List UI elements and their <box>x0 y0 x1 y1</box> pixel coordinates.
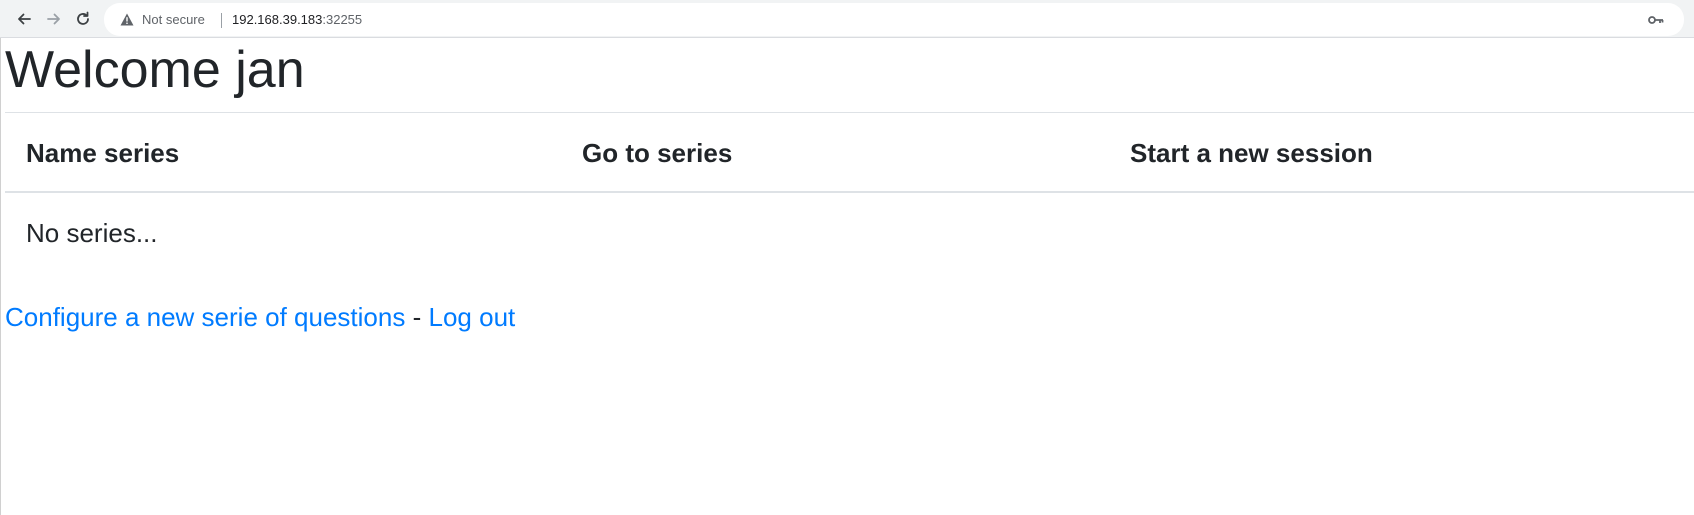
configure-series-link[interactable]: Configure a new serie of questions <box>5 302 405 332</box>
forward-button[interactable] <box>43 7 65 31</box>
logout-link[interactable]: Log out <box>429 302 516 332</box>
security-status-label[interactable]: Not secure <box>142 13 205 27</box>
warning-triangle-icon[interactable] <box>120 13 134 26</box>
column-header-start-session: Start a new session <box>1130 138 1373 168</box>
back-button[interactable] <box>13 7 35 31</box>
address-bar[interactable]: Not secure 192.168.39.183:32255 <box>104 3 1684 36</box>
url-host: 192.168.39.183 <box>232 12 323 27</box>
reload-icon <box>77 11 89 25</box>
reload-button[interactable] <box>72 7 94 31</box>
browser-toolbar: Not secure 192.168.39.183:32255 <box>0 0 1694 38</box>
column-header-name-series: Name series <box>26 138 180 168</box>
column-header-go-to-series: Go to series <box>582 138 733 168</box>
page-title: Welcome jan <box>5 41 305 99</box>
key-icon[interactable] <box>1648 15 1664 25</box>
url-text[interactable]: 192.168.39.183:32255 <box>232 13 362 27</box>
address-separator <box>221 13 222 28</box>
back-arrow-icon <box>18 13 31 25</box>
forward-arrow-icon <box>47 13 60 25</box>
series-table-header: Name series Go to series Start a new ses… <box>5 113 1694 193</box>
link-separator: - <box>412 302 422 332</box>
page-content: Welcome jan Name series Go to series Sta… <box>0 38 1694 515</box>
empty-series-message: No series... <box>26 218 158 248</box>
footer-links: Configure a new serie of questions - Log… <box>5 302 515 332</box>
url-port: :32255 <box>322 12 363 27</box>
